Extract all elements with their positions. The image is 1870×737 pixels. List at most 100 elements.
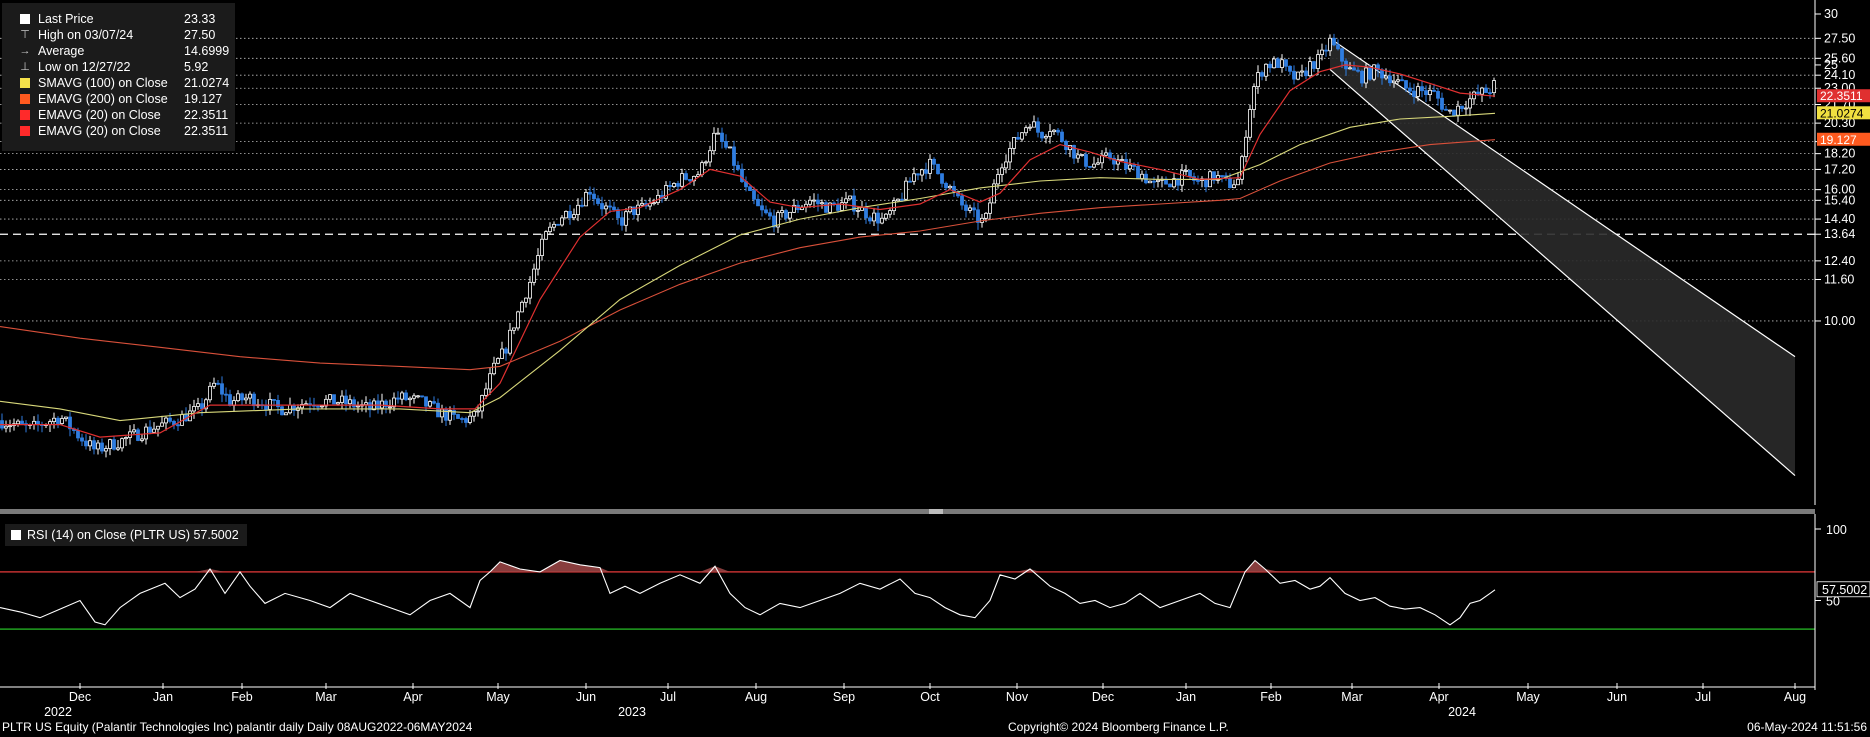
legend-row: EMAVG (20) on Close 22.3511 xyxy=(2,123,235,139)
candle-body xyxy=(652,202,656,205)
candle-body xyxy=(880,217,884,224)
candle-body xyxy=(1036,121,1040,133)
legend-row: → Average 14.6999 xyxy=(2,43,235,59)
candle-body xyxy=(412,395,416,399)
candle-body xyxy=(344,395,348,405)
candle-body xyxy=(924,169,928,174)
candle-body xyxy=(604,205,608,210)
time-axis-month: Aug xyxy=(1784,690,1806,704)
candle-body xyxy=(896,198,900,202)
candle-body xyxy=(1412,90,1416,97)
candle-body xyxy=(1464,107,1468,110)
candle-body xyxy=(812,199,816,202)
candle-body xyxy=(1456,105,1460,116)
candle-body xyxy=(864,206,868,219)
candle-body xyxy=(756,198,760,207)
candle-body xyxy=(740,168,744,182)
candle-body xyxy=(752,190,756,200)
candle-body xyxy=(352,399,356,408)
rsi-last-value: 57.5002 xyxy=(1822,583,1867,597)
candle-body xyxy=(192,406,196,412)
legend-label: EMAVG (200) on Close xyxy=(38,92,168,106)
candle-body xyxy=(284,412,288,416)
candle-body xyxy=(1472,91,1476,100)
channel-lower-line xyxy=(1329,68,1796,477)
legend-label: Low on 12/27/22 xyxy=(38,60,131,74)
legend-value: 23.33 xyxy=(184,12,216,26)
price-axis-label: 15.40 xyxy=(1824,193,1855,207)
candle-body xyxy=(456,414,460,419)
candle-body xyxy=(36,420,40,425)
candle-body xyxy=(1404,80,1408,89)
candle-body xyxy=(748,186,752,192)
candle-body xyxy=(140,438,144,441)
legend-label: SMAVG (100) on Close xyxy=(38,76,168,90)
candle-body xyxy=(704,161,708,164)
legend-value: 14.6999 xyxy=(184,44,230,58)
legend-value: 19.127 xyxy=(184,92,223,106)
candle-body xyxy=(132,429,136,433)
time-axis-month: Sep xyxy=(833,690,855,704)
candle-body xyxy=(1332,37,1336,46)
candle-body xyxy=(436,402,440,418)
candle-body xyxy=(608,205,612,208)
candle-body xyxy=(1136,166,1140,179)
candle-body xyxy=(820,202,824,205)
candle-body xyxy=(568,211,572,219)
candle-body xyxy=(1092,163,1096,168)
candle-body xyxy=(96,442,100,450)
candle-body xyxy=(572,214,576,219)
candle-body xyxy=(996,174,1000,185)
rsi-legend: RSI (14) on Close (PLTR US) 57.5002 xyxy=(5,524,247,546)
legend-row: ⊤ High on 03/07/24 27.50 xyxy=(2,27,235,43)
candle-body xyxy=(20,420,24,425)
candle-body xyxy=(1320,49,1324,55)
candle-body xyxy=(1280,59,1284,68)
candle-body xyxy=(900,198,904,201)
candle-body xyxy=(928,158,932,174)
pane-divider[interactable] xyxy=(0,509,1815,514)
legend-row: SMAVG (100) on Close 21.0274 xyxy=(2,75,235,91)
candle-body xyxy=(1164,178,1168,185)
candle-body xyxy=(1232,184,1236,189)
candle-body xyxy=(1012,137,1016,149)
candle-body xyxy=(688,179,692,182)
candle-body xyxy=(848,195,852,200)
candle-body xyxy=(1352,67,1356,71)
legend-row: ⊥ Low on 12/27/22 5.92 xyxy=(2,59,235,75)
legend-row: EMAVG (200) on Close 19.127 xyxy=(2,91,235,107)
legend-value: 22.3511 xyxy=(184,124,229,138)
candle-body xyxy=(788,211,792,219)
candle-body xyxy=(1088,165,1092,168)
candle-body xyxy=(736,165,740,170)
candle-body xyxy=(920,169,924,176)
candle-body xyxy=(1384,75,1388,79)
legend-label: EMAVG (20) on Close xyxy=(38,124,161,138)
candle-body xyxy=(1300,70,1304,73)
candle-body xyxy=(1152,180,1156,183)
channel-fill xyxy=(1330,38,1795,476)
candle-body xyxy=(1268,63,1272,69)
candle-body xyxy=(1480,87,1484,95)
candle-body xyxy=(500,348,504,359)
candle-body xyxy=(712,132,716,152)
candle-body xyxy=(1084,154,1088,167)
candle-body xyxy=(52,417,56,422)
candle-body xyxy=(768,212,772,217)
candle-body xyxy=(988,202,992,214)
candle-body xyxy=(1264,63,1268,77)
time-axis-month: Dec xyxy=(69,690,91,704)
time-axis-month: Apr xyxy=(403,690,422,704)
candle-body xyxy=(492,362,496,375)
candle-body xyxy=(1228,177,1232,189)
candle-body xyxy=(672,183,676,187)
legend-swatch xyxy=(20,94,30,104)
candle-body xyxy=(580,204,584,207)
candle-body xyxy=(984,212,988,219)
sma100-line xyxy=(0,112,1496,422)
rsi-legend-label: RSI (14) on Close (PLTR US) 57.5002 xyxy=(27,528,239,542)
candle-body xyxy=(960,195,964,206)
candle-body xyxy=(380,400,384,409)
candle-body xyxy=(1252,86,1256,110)
candle-body xyxy=(856,209,860,212)
